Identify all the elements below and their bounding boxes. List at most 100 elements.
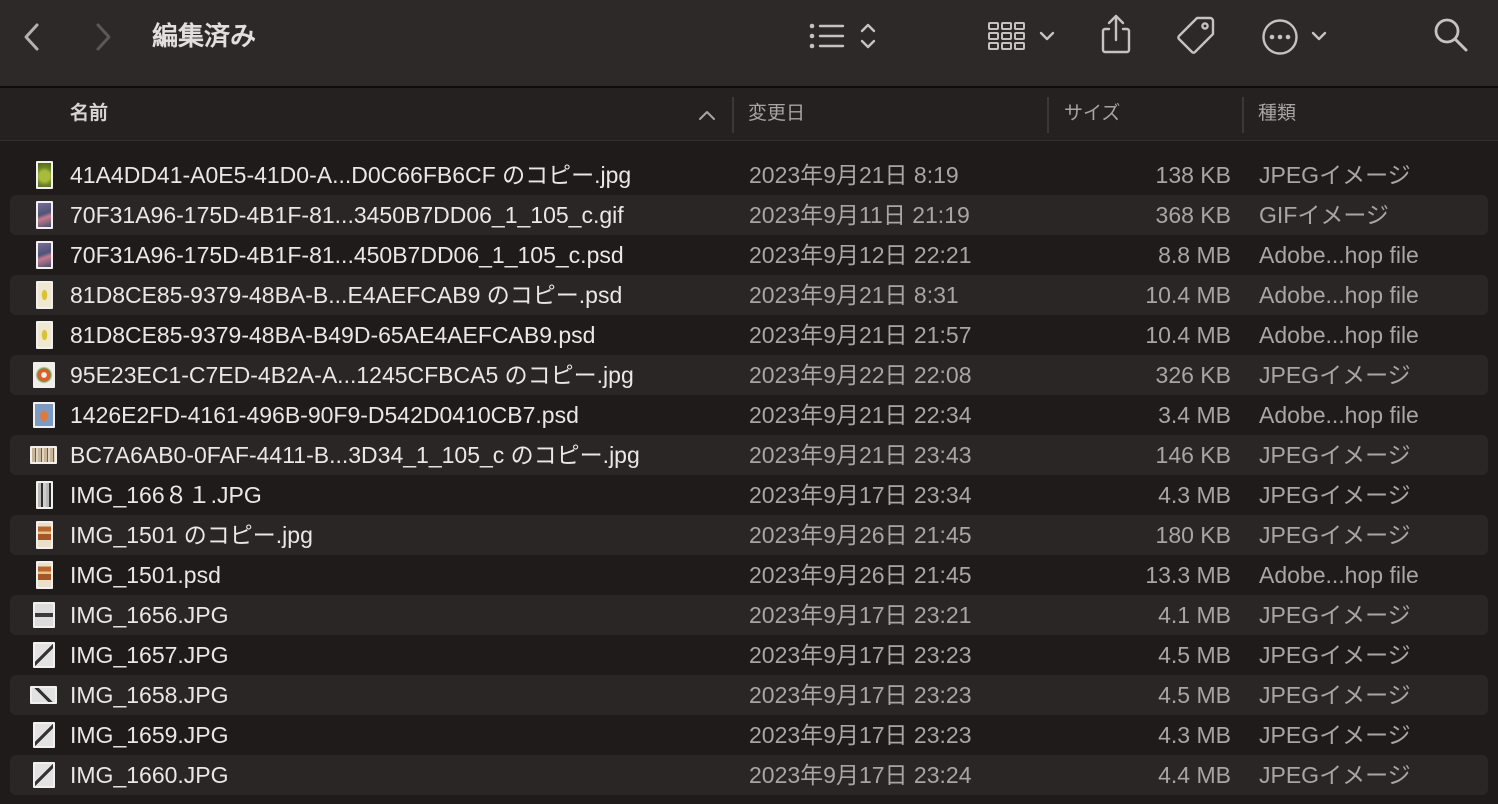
file-row[interactable]: IMG_1660.JPG 2023年9月17日 23:24 4.4 MB JPE… <box>0 755 1498 795</box>
file-kind: JPEGイメージ <box>1259 602 1411 628</box>
file-kind: JPEGイメージ <box>1259 642 1411 668</box>
file-size: 10.4 MB <box>1145 322 1231 348</box>
file-row[interactable]: 95E23EC1-C7ED-4B2A-A...1245CFBCA5 のコピー.j… <box>0 355 1498 395</box>
forward-button[interactable] <box>93 22 113 52</box>
file-row[interactable]: IMG_166８１.JPG 2023年9月17日 23:34 4.3 MB JP… <box>0 475 1498 515</box>
file-row[interactable]: IMG_1659.JPG 2023年9月17日 23:23 4.3 MB JPE… <box>0 715 1498 755</box>
image-thumbnail-icon <box>33 762 55 788</box>
image-thumbnail-icon <box>36 241 53 269</box>
file-row[interactable]: 41A4DD41-A0E5-41D0-A...D0C66FB6CF のコピー.j… <box>0 155 1498 195</box>
chevron-down-icon <box>1039 31 1055 41</box>
file-name[interactable]: 81D8CE85-9379-48BA-B...E4AEFCAB9 のコピー.ps… <box>70 275 722 315</box>
column-header-kind[interactable]: 種類 <box>1258 88 1296 140</box>
image-thumbnail-icon <box>36 161 53 189</box>
image-thumbnail-icon <box>36 281 53 309</box>
grid-group-icon <box>988 22 1055 50</box>
image-thumbnail-icon <box>33 722 55 748</box>
tag-icon <box>1177 16 1215 54</box>
image-thumbnail-icon <box>33 602 55 628</box>
column-header-size[interactable]: サイズ <box>1064 88 1120 140</box>
file-row[interactable]: IMG_1501 のコピー.jpg 2023年9月26日 21:45 180 K… <box>0 515 1498 555</box>
file-row[interactable]: 1426E2FD-4161-496B-90F9-D542D0410CB7.psd… <box>0 395 1498 435</box>
image-thumbnail-icon <box>36 521 53 549</box>
column-header-date-modified[interactable]: 変更日 <box>748 88 805 140</box>
file-modified-date: 2023年9月11日 21:19 <box>749 202 970 228</box>
column-divider[interactable] <box>1047 97 1049 133</box>
file-modified-date: 2023年9月21日 21:57 <box>749 322 972 348</box>
window-title: 編集済み <box>152 21 257 51</box>
file-name[interactable]: IMG_1659.JPG <box>70 715 722 755</box>
file-size: 138 KB <box>1155 162 1231 188</box>
image-thumbnail-icon <box>33 362 55 388</box>
file-size: 13.3 MB <box>1145 562 1231 588</box>
file-name[interactable]: IMG_1656.JPG <box>70 595 722 635</box>
file-kind: JPEGイメージ <box>1259 362 1411 388</box>
file-modified-date: 2023年9月17日 23:23 <box>749 722 972 748</box>
file-modified-date: 2023年9月22日 22:08 <box>749 362 972 388</box>
file-name[interactable]: BC7A6AB0-0FAF-4411-B...3D34_1_105_c のコピー… <box>70 435 722 475</box>
file-list: 41A4DD41-A0E5-41D0-A...D0C66FB6CF のコピー.j… <box>0 155 1498 795</box>
group-button[interactable] <box>984 18 1060 54</box>
file-name[interactable]: IMG_1501.psd <box>70 555 722 595</box>
file-row[interactable]: 70F31A96-175D-4B1F-81...450B7DD06_1_105_… <box>0 235 1498 275</box>
file-name[interactable]: 70F31A96-175D-4B1F-81...450B7DD06_1_105_… <box>70 235 722 275</box>
file-size: 3.4 MB <box>1158 402 1231 428</box>
file-kind: Adobe...hop file <box>1259 242 1419 268</box>
file-modified-date: 2023年9月26日 21:45 <box>749 522 972 548</box>
file-name[interactable]: 70F31A96-175D-4B1F-81...3450B7DD06_1_105… <box>70 195 722 235</box>
file-size: 4.3 MB <box>1158 722 1231 748</box>
chevron-up-down-icon <box>860 23 876 49</box>
file-name[interactable]: IMG_1657.JPG <box>70 635 722 675</box>
file-name[interactable]: 81D8CE85-9379-48BA-B49D-65AE4AEFCAB9.psd <box>70 315 722 355</box>
file-row[interactable]: 81D8CE85-9379-48BA-B49D-65AE4AEFCAB9.psd… <box>0 315 1498 355</box>
file-name[interactable]: 1426E2FD-4161-496B-90F9-D542D0410CB7.psd <box>70 395 722 435</box>
list-view-icon <box>809 23 876 49</box>
column-divider[interactable] <box>1242 97 1244 133</box>
file-kind: Adobe...hop file <box>1259 402 1419 428</box>
chevron-right-icon <box>96 23 111 51</box>
chevron-up-icon[interactable] <box>698 109 716 121</box>
file-row[interactable]: IMG_1657.JPG 2023年9月17日 23:23 4.5 MB JPE… <box>0 635 1498 675</box>
file-size: 146 KB <box>1155 442 1231 468</box>
file-name[interactable]: IMG_1660.JPG <box>70 755 722 795</box>
share-icon <box>1101 14 1131 54</box>
column-divider[interactable] <box>732 97 734 133</box>
image-thumbnail-icon <box>36 481 53 509</box>
file-modified-date: 2023年9月17日 23:23 <box>749 682 972 708</box>
back-button[interactable] <box>22 22 42 52</box>
file-modified-date: 2023年9月17日 23:24 <box>749 762 972 788</box>
file-name[interactable]: 41A4DD41-A0E5-41D0-A...D0C66FB6CF のコピー.j… <box>70 155 722 195</box>
file-row[interactable]: IMG_1501.psd 2023年9月26日 21:45 13.3 MB Ad… <box>0 555 1498 595</box>
tag-button[interactable] <box>1174 14 1218 58</box>
file-kind: JPEGイメージ <box>1259 442 1411 468</box>
file-kind: GIFイメージ <box>1259 202 1389 228</box>
column-header-name[interactable]: 名前 <box>70 88 108 140</box>
file-kind: Adobe...hop file <box>1259 282 1419 308</box>
file-size: 4.5 MB <box>1158 642 1231 668</box>
file-name[interactable]: 95E23EC1-C7ED-4B2A-A...1245CFBCA5 のコピー.j… <box>70 355 722 395</box>
file-kind: JPEGイメージ <box>1259 682 1411 708</box>
chevron-down-icon <box>1311 31 1327 41</box>
file-modified-date: 2023年9月26日 21:45 <box>749 562 972 588</box>
image-thumbnail-icon <box>33 642 55 668</box>
file-name[interactable]: IMG_1658.JPG <box>70 675 722 715</box>
share-button[interactable] <box>1098 12 1134 56</box>
file-row[interactable]: IMG_1658.JPG 2023年9月17日 23:23 4.5 MB JPE… <box>0 675 1498 715</box>
file-row[interactable]: 81D8CE85-9379-48BA-B...E4AEFCAB9 のコピー.ps… <box>0 275 1498 315</box>
more-actions-button[interactable] <box>1260 17 1332 57</box>
file-row[interactable]: IMG_1656.JPG 2023年9月17日 23:21 4.1 MB JPE… <box>0 595 1498 635</box>
file-size: 4.1 MB <box>1158 602 1231 628</box>
image-thumbnail-icon <box>36 321 53 349</box>
file-kind: Adobe...hop file <box>1259 562 1419 588</box>
file-row[interactable]: BC7A6AB0-0FAF-4411-B...3D34_1_105_c のコピー… <box>0 435 1498 475</box>
file-modified-date: 2023年9月17日 23:21 <box>749 602 972 628</box>
file-size: 10.4 MB <box>1145 282 1231 308</box>
view-options-button[interactable] <box>806 18 880 54</box>
search-button[interactable] <box>1432 16 1470 54</box>
file-row[interactable]: 70F31A96-175D-4B1F-81...3450B7DD06_1_105… <box>0 195 1498 235</box>
file-name[interactable]: IMG_166８１.JPG <box>70 475 722 515</box>
file-name[interactable]: IMG_1501 のコピー.jpg <box>70 515 722 555</box>
file-size: 4.4 MB <box>1158 762 1231 788</box>
file-size: 326 KB <box>1155 362 1231 388</box>
file-modified-date: 2023年9月17日 23:34 <box>749 482 972 508</box>
